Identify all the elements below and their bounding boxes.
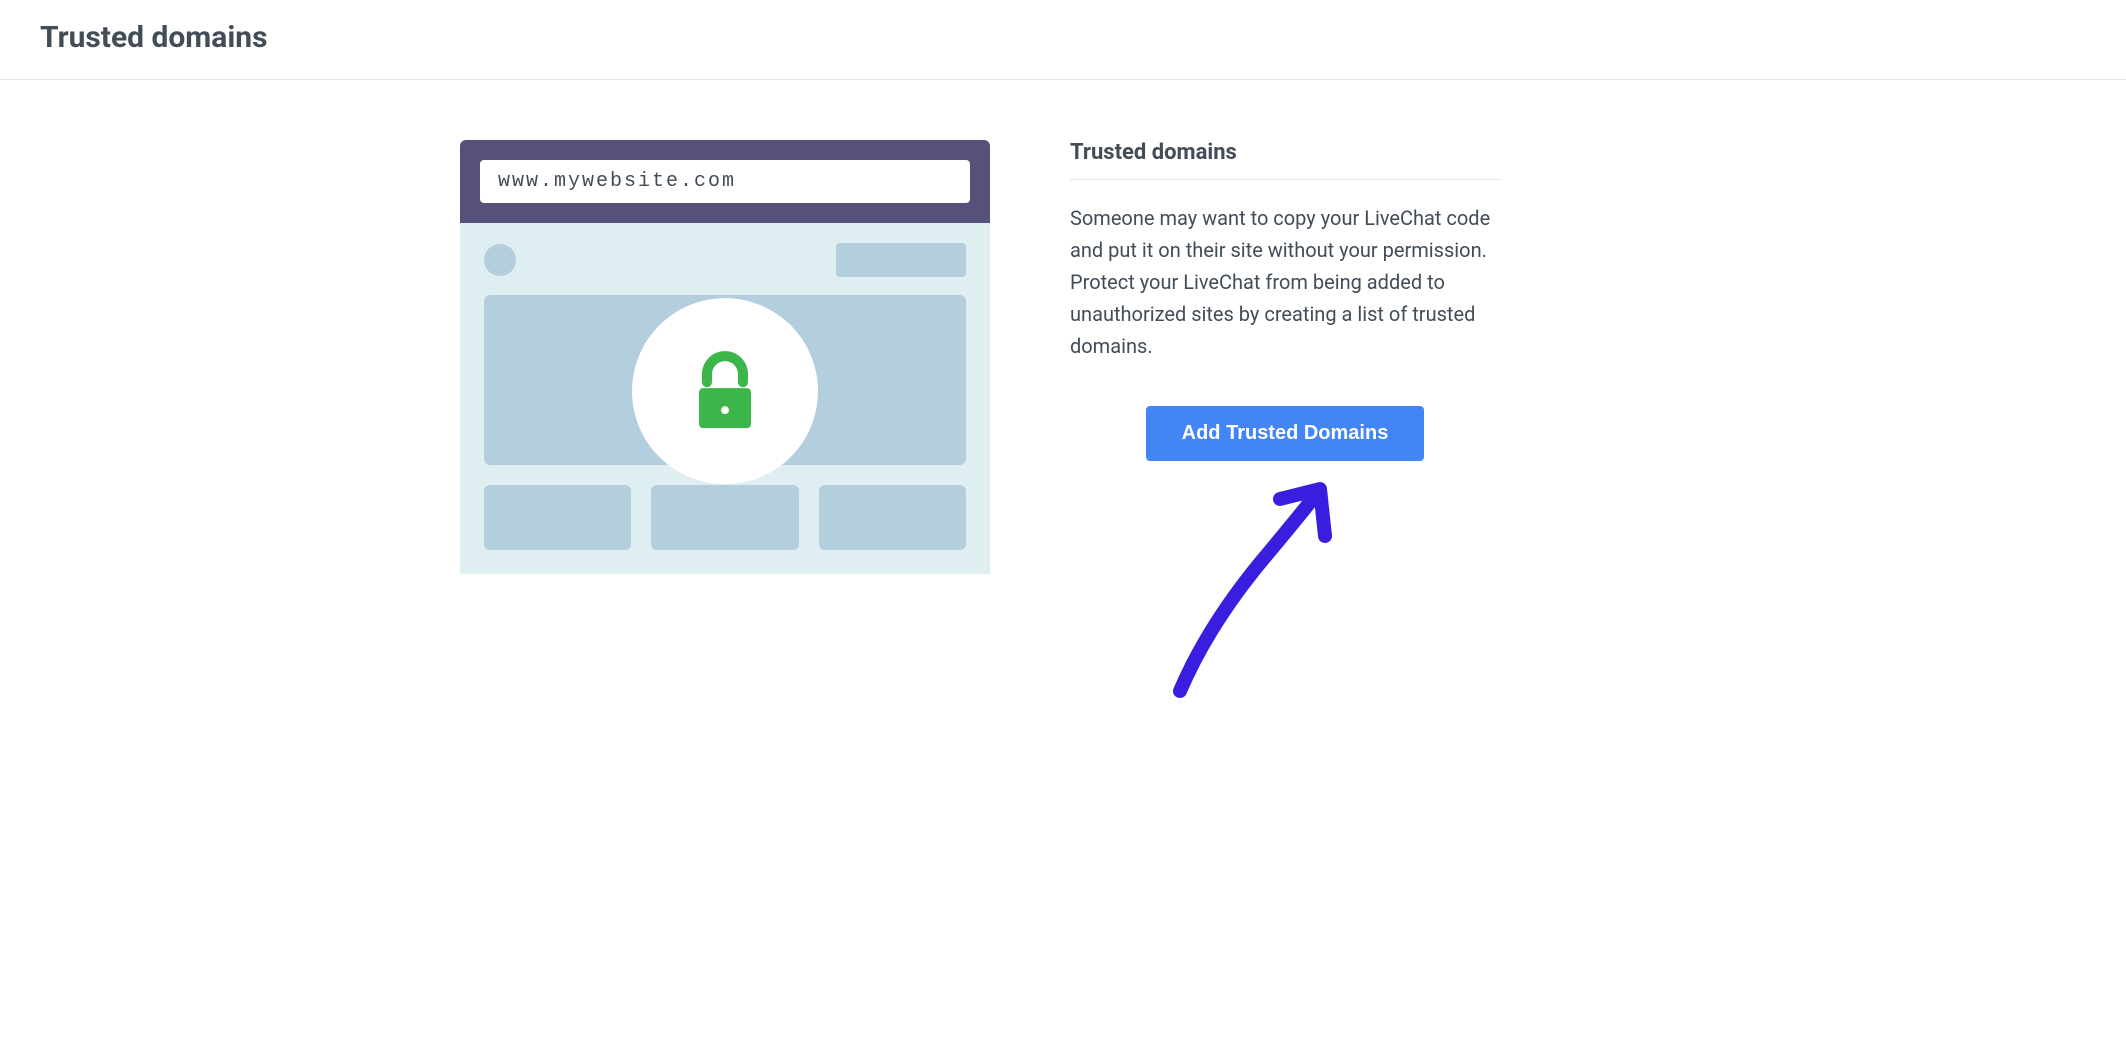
- page-title: Trusted domains: [40, 20, 2086, 55]
- hero-placeholder: [484, 295, 966, 465]
- arrow-annotation-icon: [1150, 481, 1350, 705]
- card-placeholder: [484, 485, 631, 550]
- lock-badge: [632, 298, 818, 484]
- browser-illustration: www.mywebsite.com: [460, 140, 990, 574]
- add-trusted-domains-button[interactable]: Add Trusted Domains: [1146, 406, 1425, 461]
- url-bar: www.mywebsite.com: [480, 160, 970, 203]
- browser-body: [460, 223, 990, 574]
- side-panel: Trusted domains Someone may want to copy…: [1070, 140, 1500, 461]
- page-header: Trusted domains: [0, 0, 2126, 80]
- illustration-container: www.mywebsite.com: [460, 140, 990, 574]
- cta-container: Add Trusted Domains: [1070, 406, 1500, 461]
- avatar-placeholder: [484, 244, 516, 276]
- card-placeholder: [651, 485, 798, 550]
- browser-chrome: www.mywebsite.com: [460, 140, 990, 223]
- button-placeholder: [836, 243, 966, 277]
- card-placeholder: [819, 485, 966, 550]
- panel-title: Trusted domains: [1070, 140, 1500, 180]
- lock-icon: [689, 348, 761, 434]
- placeholder-row-top: [484, 243, 966, 277]
- panel-description: Someone may want to copy your LiveChat c…: [1070, 202, 1500, 362]
- placeholder-row-bottom: [484, 485, 966, 550]
- content-area: www.mywebsite.com: [0, 80, 2126, 634]
